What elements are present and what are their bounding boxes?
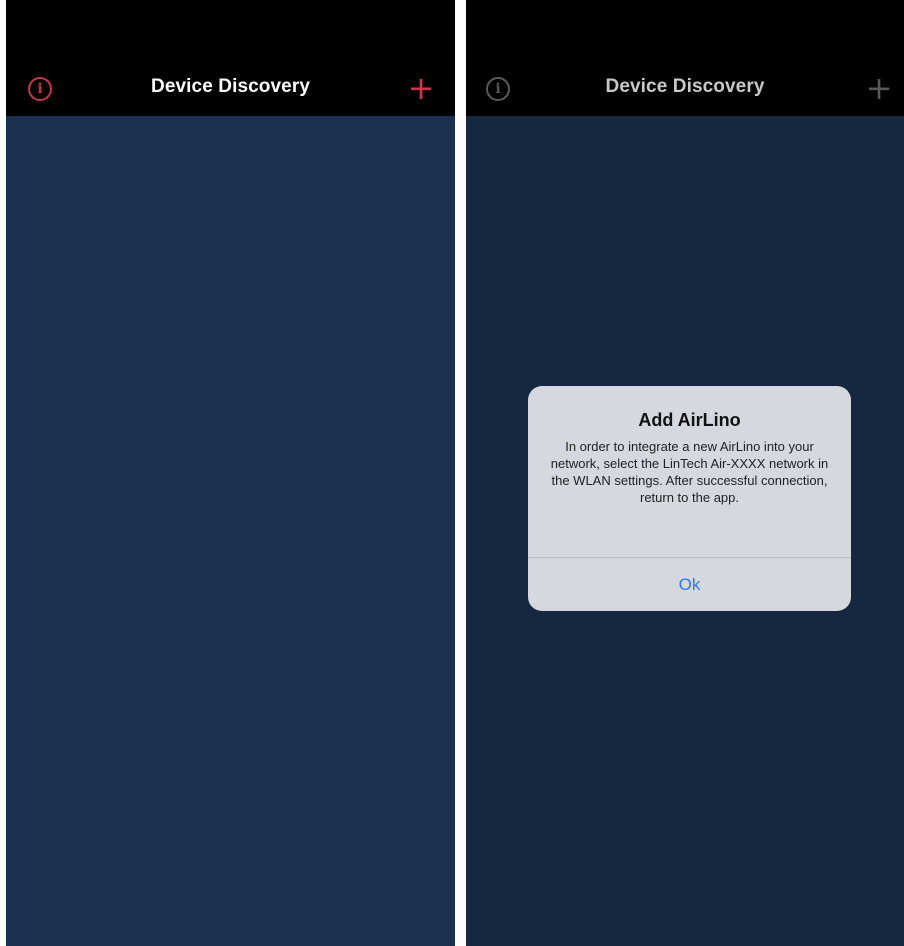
navigation-bar: i Device Discovery + — [6, 0, 455, 116]
add-airlino-alert: Add AirLino In order to integrate a new … — [528, 386, 851, 611]
ok-button[interactable]: Ok — [528, 558, 851, 611]
alert-message: In order to integrate a new AirLino into… — [550, 439, 829, 505]
right-screen: i Device Discovery + Add AirLino In orde… — [466, 0, 904, 946]
nav-title: Device Discovery — [151, 76, 310, 97]
plus-icon[interactable]: + — [406, 70, 436, 106]
navigation-bar: i Device Discovery + — [466, 0, 904, 116]
device-list-area — [6, 116, 455, 946]
nav-title: Device Discovery — [605, 76, 765, 97]
plus-icon: + — [865, 69, 893, 107]
alert-title: Add AirLino — [638, 410, 741, 430]
left-screen: i Device Discovery + — [6, 0, 455, 946]
